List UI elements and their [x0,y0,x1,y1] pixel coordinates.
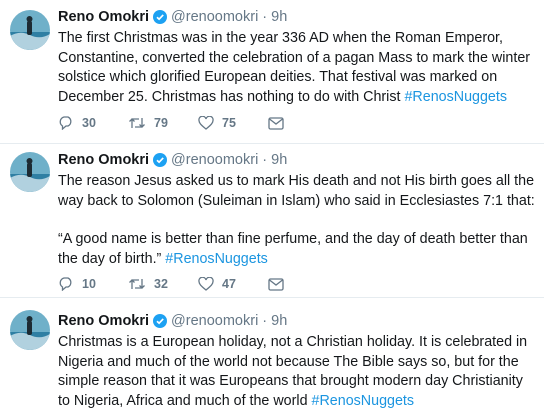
reply-button[interactable]: 30 [58,116,128,130]
direct-message-button[interactable] [268,116,292,130]
tweet-text: The first Christmas was in the year 336 … [58,29,536,107]
hashtag-link[interactable]: #RenosNuggets [404,89,507,105]
reply-icon [59,277,72,291]
envelope-icon [268,277,284,291]
verified-badge-icon [153,314,168,328]
user-handle[interactable]: @renoomokri [171,312,258,330]
retweet-button[interactable]: 79 [128,116,198,130]
retweet-count: 79 [154,116,168,130]
timestamp[interactable]: 9h [271,312,287,330]
separator: · [262,313,268,329]
envelope-icon [268,116,284,130]
tweet[interactable]: Reno Omokri @renoomokri · 9h The reason … [0,143,544,298]
retweet-count: 32 [154,277,168,291]
tweet-quote: “A good name is better than fine perfume… [58,231,528,267]
hashtag-link[interactable]: #RenosNuggets [165,251,268,267]
tweet-text: The reason Jesus asked us to mark His de… [58,172,536,269]
direct-message-button[interactable] [268,277,292,291]
like-button[interactable]: 75 [198,116,268,130]
tweet-feed: Reno Omokri @renoomokri · 9h The first C… [0,0,544,410]
tweet[interactable]: Reno Omokri @renoomokri · 9h The first C… [0,0,544,144]
tweet[interactable]: Reno Omokri @renoomokri · 9h Christmas i… [0,300,544,410]
reply-icon [59,116,72,130]
user-handle[interactable]: @renoomokri [171,8,258,26]
verified-badge-icon [153,153,168,167]
avatar[interactable] [10,10,50,50]
timestamp[interactable]: 9h [271,8,287,26]
like-count: 47 [222,277,236,291]
avatar[interactable] [10,152,50,192]
retweet-icon [129,118,145,128]
reply-button[interactable]: 10 [58,277,128,291]
tweet-actions: 10 32 47 [58,277,292,291]
retweet-icon [129,279,145,289]
display-name[interactable]: Reno Omokri [58,8,149,26]
heart-icon [198,277,214,291]
like-button[interactable]: 47 [198,277,268,291]
separator: · [262,9,268,25]
avatar[interactable] [10,310,50,350]
timestamp[interactable]: 9h [271,151,287,169]
tweet-paragraph: The reason Jesus asked us to mark His de… [58,173,535,209]
tweet-paragraph: Christmas is a European holiday, not a C… [58,334,528,409]
tweet-text: Christmas is a European holiday, not a C… [58,333,536,411]
tweet-actions: 30 79 75 [58,116,292,130]
verified-badge-icon [153,10,168,24]
display-name[interactable]: Reno Omokri [58,151,149,169]
separator: · [262,152,268,168]
reply-count: 30 [82,116,96,130]
hashtag-link[interactable]: #RenosNuggets [312,393,415,409]
heart-icon [198,116,214,130]
tweet-header: Reno Omokri @renoomokri · 9h [58,312,536,330]
like-count: 75 [222,116,236,130]
display-name[interactable]: Reno Omokri [58,312,149,330]
reply-count: 10 [82,277,96,291]
tweet-header: Reno Omokri @renoomokri · 9h [58,151,536,169]
user-handle[interactable]: @renoomokri [171,151,258,169]
tweet-header: Reno Omokri @renoomokri · 9h [58,8,536,26]
retweet-button[interactable]: 32 [128,277,198,291]
